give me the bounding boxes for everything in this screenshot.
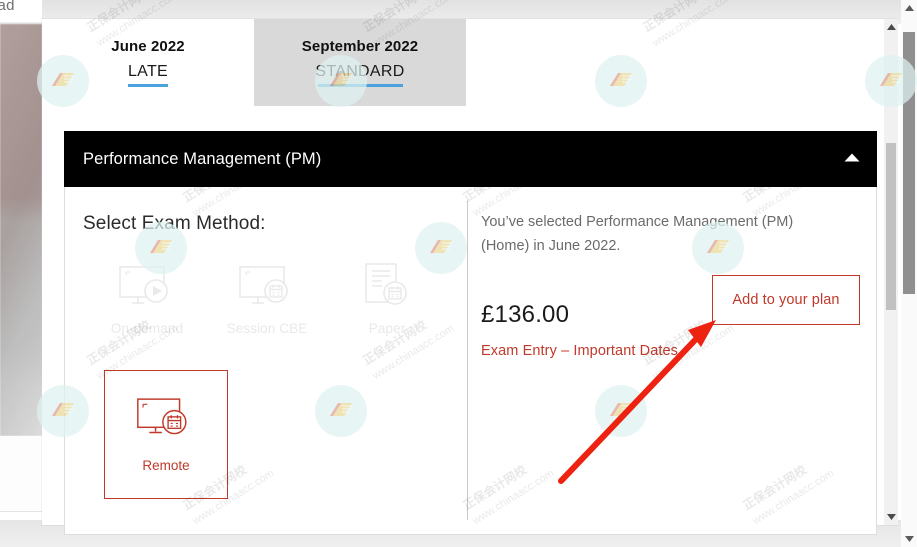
background-photo — [0, 24, 42, 436]
accordion-header-performance-management[interactable]: Performance Management (PM) — [64, 131, 877, 187]
exam-method-session-cbe-label: Session CBE — [226, 321, 308, 336]
document-calendar-icon — [358, 261, 416, 315]
page-scrollbar-thumb[interactable] — [903, 32, 915, 294]
selection-summary-pane: You’ve selected Performance Management (… — [468, 187, 876, 534]
accordion-title: Performance Management (PM) — [83, 149, 322, 168]
tab-september-underline — [317, 84, 403, 87]
caret-down-icon[interactable] — [901, 531, 917, 547]
exam-method-remote-label: Remote — [142, 458, 190, 473]
tab-june-underline — [128, 84, 168, 87]
monitor-calendar-icon — [238, 261, 296, 315]
monitor-calendar-icon — [135, 396, 197, 449]
exam-method-session-cbe: Session CBE — [207, 261, 327, 336]
exam-method-paper-label: Paper — [368, 321, 406, 336]
exam-method-on-demand-label: On-demand — [110, 321, 184, 336]
select-exam-method-title: Select Exam Method: — [83, 213, 266, 234]
modal-scrollbar[interactable] — [884, 19, 898, 525]
exam-method-on-demand: On-demand — [87, 261, 207, 336]
background-lower-white — [0, 436, 42, 511]
caret-up-icon[interactable] — [884, 19, 898, 35]
exam-method-paper: Paper — [327, 261, 447, 336]
modal-scrollbar-thumb[interactable] — [886, 143, 896, 310]
add-to-your-plan-button[interactable]: Add to your plan — [712, 275, 860, 325]
background-cut-heading: ead — [0, 0, 15, 14]
tab-september-kind: STANDARD — [315, 63, 405, 80]
selection-sentence: You’ve selected Performance Management (… — [481, 214, 794, 254]
page-scrollbar-track[interactable] — [901, 16, 917, 531]
tab-june-month: June 2022 — [111, 38, 185, 55]
tab-june-kind: LATE — [127, 63, 169, 80]
chevron-up-icon[interactable] — [843, 150, 861, 168]
sitting-tabs: June 2022 LATE September 2022 STANDARD — [42, 19, 897, 106]
background-hairline — [0, 511, 42, 512]
tab-september-2022[interactable]: September 2022 STANDARD — [254, 19, 466, 106]
important-dates-link[interactable]: Exam Entry – Important Dates — [481, 343, 678, 359]
caret-up-icon[interactable] — [901, 0, 917, 16]
exam-booking-modal: June 2022 LATE September 2022 STANDARD P… — [42, 19, 897, 535]
tab-september-month: September 2022 — [301, 38, 419, 55]
exam-method-remote-selected[interactable]: Remote — [104, 370, 228, 499]
modal-scrollbar-track[interactable] — [884, 35, 898, 509]
monitor-play-icon — [118, 261, 176, 315]
tab-june-2022[interactable]: June 2022 LATE — [42, 19, 254, 106]
exam-method-options: On-demand Session CBE Paper — [83, 261, 467, 336]
caret-down-icon[interactable] — [884, 509, 898, 525]
page-scrollbar[interactable] — [901, 0, 917, 547]
